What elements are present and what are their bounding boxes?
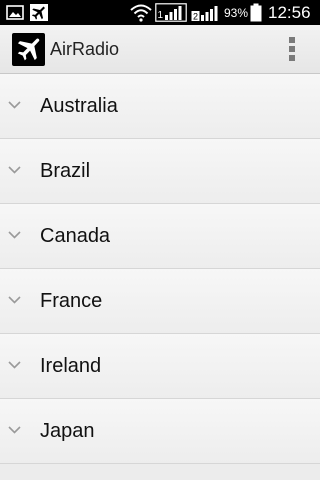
airplane-icon: [17, 38, 40, 61]
country-label: Australia: [40, 95, 118, 117]
battery-percent: 93%: [224, 6, 249, 20]
signal-icon: 1: [155, 3, 187, 22]
chevron-down-icon: [8, 361, 21, 369]
country-label: Japan: [40, 420, 95, 442]
signal-icon: 2: [191, 6, 218, 22]
app-title: AirRadio: [50, 39, 120, 59]
gallery-icon: [6, 5, 24, 20]
wifi-icon: [130, 4, 152, 22]
airplane-icon: [30, 4, 48, 21]
action-bar: AirRadio: [0, 25, 320, 74]
country-item-australia[interactable]: Australia: [0, 74, 320, 139]
status-bar: 1 2 93% 12:56: [0, 0, 320, 25]
chevron-down-icon: [8, 426, 21, 434]
svg-text:1: 1: [158, 10, 164, 21]
chevron-down-icon: [8, 166, 21, 174]
country-item-canada[interactable]: Canada: [0, 204, 320, 269]
battery-icon: [250, 3, 262, 22]
country-item-france[interactable]: France: [0, 269, 320, 334]
chevron-down-icon: [8, 101, 21, 109]
svg-text:2: 2: [193, 12, 198, 22]
app-icon[interactable]: [12, 33, 45, 66]
country-item-ireland[interactable]: Ireland: [0, 334, 320, 399]
clock: 12:56: [268, 3, 311, 22]
chevron-down-icon: [8, 296, 21, 304]
overflow-menu-icon[interactable]: [280, 33, 304, 65]
country-item-brazil[interactable]: Brazil: [0, 139, 320, 204]
country-item-japan[interactable]: Japan: [0, 399, 320, 464]
country-label: Brazil: [40, 160, 91, 182]
country-label: Ireland: [40, 355, 102, 377]
country-label: Canada: [40, 225, 111, 247]
country-list: Australia Brazil Canada France Ireland J…: [0, 74, 320, 464]
country-label: France: [40, 290, 103, 312]
chevron-down-icon: [8, 231, 21, 239]
